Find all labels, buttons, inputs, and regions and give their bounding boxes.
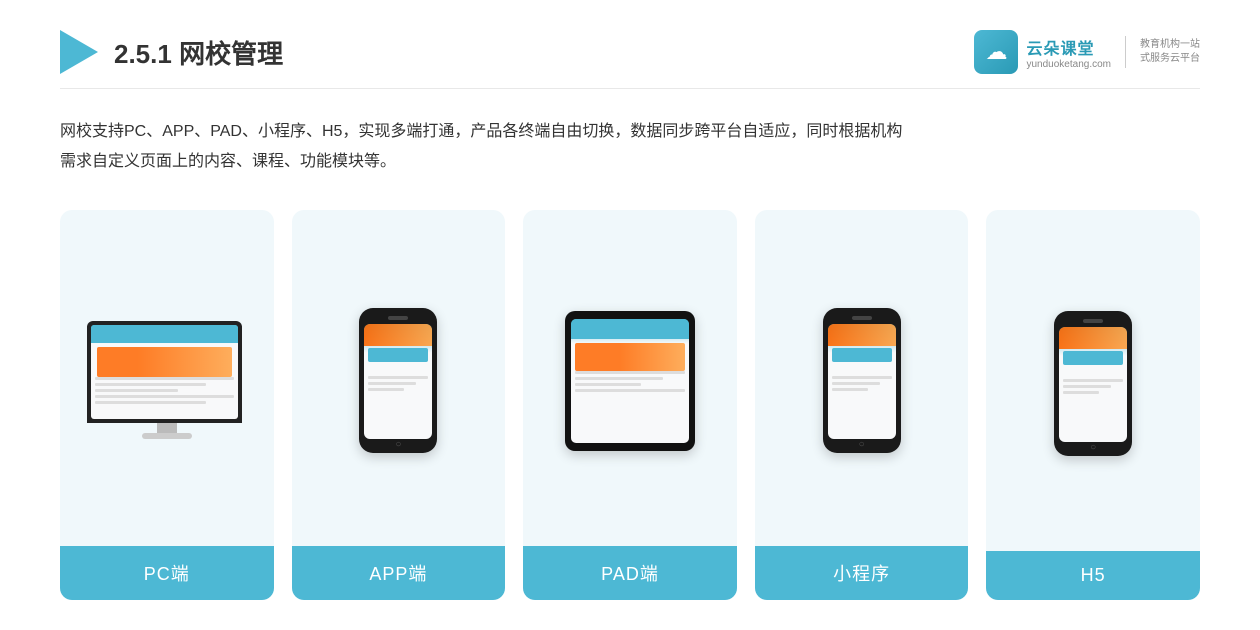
card-miniprogram-image (755, 210, 969, 546)
description-text: 网校支持PC、APP、PAD、小程序、H5，实现多端打通，产品各终端自由切换，数… (60, 117, 1200, 178)
card-app-label: APP端 (292, 546, 506, 600)
card-h5: H5 (986, 210, 1200, 600)
brand-logo: 云朵课堂 yunduoketang.com 教育机构一站 式服务云平台 (974, 30, 1200, 74)
brand-text: 云朵课堂 yunduoketang.com (1026, 35, 1111, 70)
brand-icon (974, 30, 1018, 74)
card-h5-label: H5 (986, 551, 1200, 600)
card-pc-label: PC端 (60, 546, 274, 600)
card-miniprogram-label: 小程序 (755, 546, 969, 600)
card-app: APP端 (292, 210, 506, 600)
page-title: 2.5.1 网校管理 (114, 34, 283, 71)
logo-triangle-icon (60, 30, 98, 74)
app-phone-icon (359, 308, 437, 453)
card-pad: PAD端 (523, 210, 737, 600)
card-pc-image (60, 210, 274, 546)
brand-slogan: 教育机构一站 式服务云平台 (1140, 38, 1200, 66)
card-pc: PC端 (60, 210, 274, 600)
card-h5-image (986, 210, 1200, 551)
card-miniprogram: 小程序 (755, 210, 969, 600)
miniprogram-phone-icon (823, 308, 901, 453)
brand-divider (1125, 36, 1126, 68)
card-pad-image (523, 210, 737, 546)
pad-tablet-icon (565, 311, 695, 451)
header: 2.5.1 网校管理 云朵课堂 yunduoketang.com 教育机构一站 … (60, 30, 1200, 89)
cards-container: PC端 APP端 (60, 210, 1200, 600)
card-pad-label: PAD端 (523, 546, 737, 600)
h5-phone-icon (1054, 311, 1132, 456)
pc-monitor-icon (87, 321, 247, 441)
card-app-image (292, 210, 506, 546)
page-container: 2.5.1 网校管理 云朵课堂 yunduoketang.com 教育机构一站 … (0, 0, 1260, 630)
brand-url: yunduoketang.com (1026, 59, 1111, 70)
brand-name: 云朵课堂 (1026, 35, 1094, 59)
header-left: 2.5.1 网校管理 (60, 30, 283, 74)
